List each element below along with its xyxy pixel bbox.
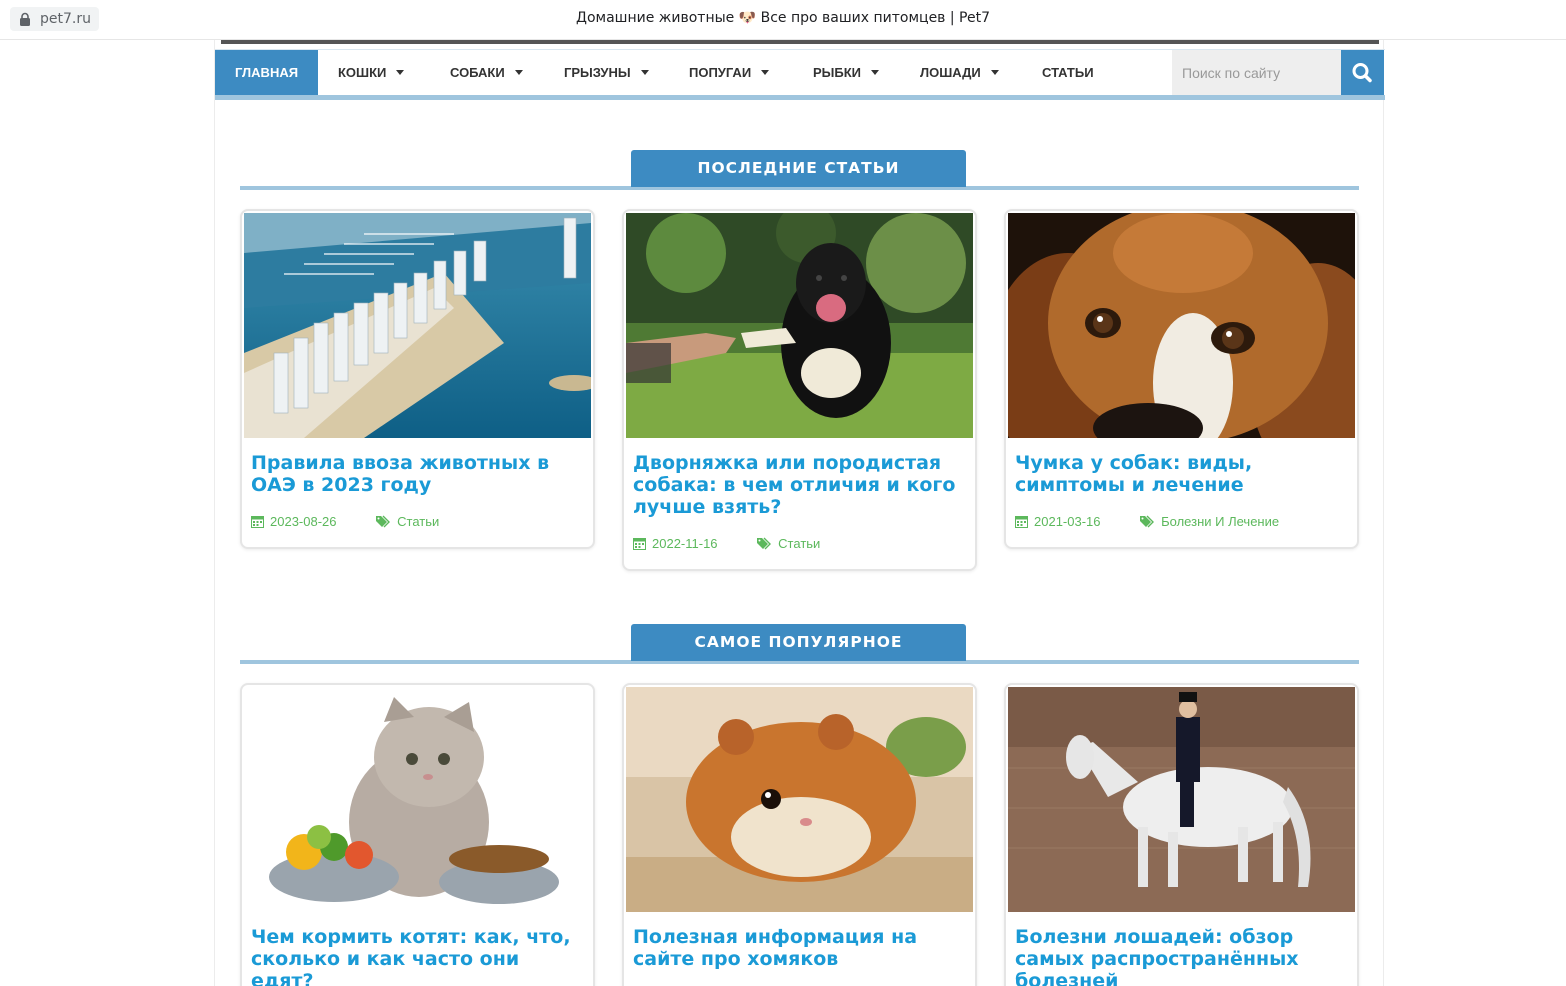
- article-category-link[interactable]: Болезни И Лечение: [1161, 514, 1279, 529]
- caret-down-icon: [640, 70, 649, 76]
- nav-label: Кошки: [338, 65, 387, 80]
- article-title-link[interactable]: Болезни лошадей: обзор самых распростран…: [1015, 926, 1350, 986]
- article-title-link[interactable]: Полезная информация на сайте про хомяков: [633, 926, 968, 970]
- beagle-face-photo[interactable]: [1008, 213, 1355, 438]
- article-card[interactable]: Болезни лошадей: обзор самых распростран…: [1004, 683, 1359, 986]
- popular-section-header: САМОЕ ПОПУЛЯРНОЕ: [240, 624, 1359, 664]
- nav-label: Статьи: [1042, 65, 1094, 80]
- article-title-link[interactable]: Дворняжка или породистая собака: в чем о…: [633, 452, 968, 518]
- article-meta: 2023-08-26 Статьи: [251, 514, 439, 529]
- caret-down-icon: [761, 70, 770, 76]
- black-dog-paw-photo[interactable]: [626, 213, 973, 438]
- article-date: 2021-03-16: [1034, 514, 1101, 529]
- nav-label: Рыбки: [813, 65, 862, 80]
- article-category-link[interactable]: Статьи: [397, 514, 439, 529]
- calendar-icon: [251, 516, 264, 528]
- search-icon: [1352, 63, 1372, 83]
- caret-down-icon: [990, 70, 999, 76]
- dressage-horse-photo[interactable]: [1008, 687, 1355, 912]
- article-card[interactable]: Чумка у собак: виды, симптомы и лечение …: [1004, 209, 1359, 549]
- article-title-link[interactable]: Чем кормить котят: как, что, сколько и к…: [251, 926, 586, 986]
- tags-icon: [376, 515, 391, 528]
- nav-item-fish[interactable]: Рыбки: [813, 50, 880, 96]
- calendar-icon: [1015, 516, 1028, 528]
- article-card[interactable]: Чем кормить котят: как, что, сколько и к…: [240, 683, 595, 986]
- tags-icon: [757, 537, 772, 550]
- nav-label: Лошади: [920, 65, 981, 80]
- calendar-icon: [633, 538, 646, 550]
- article-card[interactable]: Полезная информация на сайте про хомяков: [622, 683, 977, 986]
- article-category-link[interactable]: Статьи: [778, 536, 820, 551]
- hamster-photo[interactable]: [626, 687, 973, 912]
- nav-label: Грызуны: [564, 65, 631, 80]
- nav-item-rodents[interactable]: Грызуны: [564, 50, 649, 96]
- latest-section-header: ПОСЛЕДНИЕ СТАТЬИ: [240, 150, 1359, 190]
- article-meta: 2021-03-16 Болезни И Лечение: [1015, 514, 1279, 529]
- kitten-food-bowls-photo[interactable]: [244, 687, 591, 912]
- nav-item-dogs[interactable]: Собаки: [450, 50, 523, 96]
- article-meta: 2022-11-16 Статьи: [633, 536, 820, 551]
- page-tab-title: Домашние животные 🐶 Все про ваших питомц…: [576, 10, 990, 26]
- caret-down-icon: [514, 70, 523, 76]
- nav-item-home[interactable]: Главная: [215, 50, 319, 96]
- page-container: Главная Кошки Собаки Грызуны Попугаи Рыб…: [214, 40, 1385, 986]
- dubai-marina-photo[interactable]: [244, 213, 591, 438]
- nav-item-parrots[interactable]: Попугаи: [689, 50, 770, 96]
- section-title: ПОСЛЕДНИЕ СТАТЬИ: [631, 150, 966, 187]
- search-button[interactable]: [1341, 50, 1384, 96]
- article-card[interactable]: Дворняжка или породистая собака: в чем о…: [622, 209, 977, 571]
- header-banner-edge: [221, 40, 1379, 44]
- section-title: САМОЕ ПОПУЛЯРНОЕ: [631, 624, 966, 661]
- article-card[interactable]: Правила ввоза животных в ОАЭ в 2023 году…: [240, 209, 595, 549]
- article-date: 2023-08-26: [270, 514, 337, 529]
- search-input[interactable]: Поиск по сайту: [1172, 50, 1341, 96]
- nav-label: Главная: [235, 65, 299, 80]
- article-title-link[interactable]: Правила ввоза животных в ОАЭ в 2023 году: [251, 452, 586, 496]
- caret-down-icon: [871, 70, 880, 76]
- nav-item-cats[interactable]: Кошки: [338, 50, 405, 96]
- article-date: 2022-11-16: [652, 536, 718, 551]
- browser-bar: pet7.ru Домашние животные 🐶 Все про ваши…: [0, 0, 1566, 40]
- nav-label: Собаки: [450, 65, 505, 80]
- main-nav: Главная Кошки Собаки Грызуны Попугаи Рыб…: [215, 49, 1385, 96]
- article-title-link[interactable]: Чумка у собак: виды, симптомы и лечение: [1015, 452, 1350, 496]
- caret-down-icon: [396, 70, 405, 76]
- tags-icon: [1140, 515, 1155, 528]
- nav-label: Попугаи: [689, 65, 752, 80]
- nav-item-horses[interactable]: Лошади: [920, 50, 999, 96]
- nav-item-articles[interactable]: Статьи: [1042, 50, 1094, 96]
- nav-underline: [215, 95, 1385, 100]
